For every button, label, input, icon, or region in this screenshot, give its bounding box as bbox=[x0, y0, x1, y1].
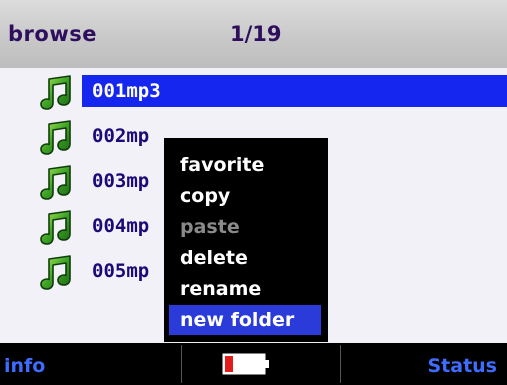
menu-item-rename[interactable]: rename bbox=[172, 274, 312, 304]
context-menu: favorite copy paste delete rename new fo… bbox=[164, 138, 328, 342]
file-name: 005mp bbox=[92, 260, 150, 282]
music-note-icon bbox=[37, 209, 73, 245]
title-bar: browse 1/19 bbox=[0, 0, 507, 68]
divider bbox=[181, 345, 182, 383]
softkey-bar: info Status bbox=[0, 343, 507, 385]
file-name: 002mp bbox=[92, 125, 150, 147]
item-counter: 1/19 bbox=[230, 22, 282, 46]
music-note-icon bbox=[37, 254, 73, 290]
file-row[interactable]: 001mp3 bbox=[0, 68, 507, 113]
divider bbox=[340, 345, 341, 383]
battery-level bbox=[225, 356, 233, 372]
file-name: 003mp bbox=[92, 170, 150, 192]
file-name: 001mp3 bbox=[82, 75, 507, 107]
music-note-icon bbox=[37, 164, 73, 200]
menu-item-new-folder[interactable]: new folder bbox=[169, 305, 321, 335]
battery-icon bbox=[222, 353, 269, 375]
status-softkey[interactable]: Status bbox=[427, 355, 497, 377]
page-title: browse bbox=[8, 22, 97, 46]
menu-item-favorite[interactable]: favorite bbox=[172, 150, 312, 180]
menu-item-paste[interactable]: paste bbox=[172, 212, 312, 242]
music-note-icon bbox=[37, 74, 73, 110]
menu-item-copy[interactable]: copy bbox=[172, 181, 312, 211]
file-name: 004mp bbox=[92, 215, 150, 237]
info-softkey[interactable]: info bbox=[4, 355, 45, 377]
music-note-icon bbox=[37, 119, 73, 155]
menu-item-delete[interactable]: delete bbox=[172, 243, 312, 273]
